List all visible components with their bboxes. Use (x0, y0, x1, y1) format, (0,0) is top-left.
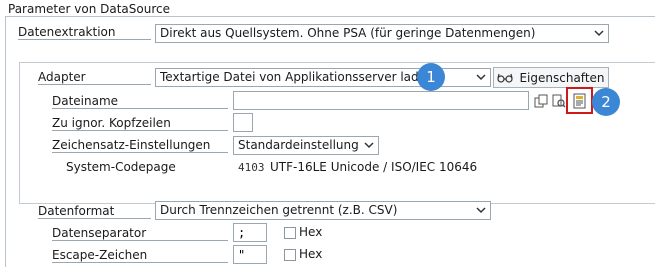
datenseparator-hex-checkbox[interactable] (284, 227, 296, 239)
eigenschaften-label: Eigenschaften (519, 70, 605, 85)
escape-hex-checkbox[interactable] (284, 249, 296, 261)
codepage-label: System-Codepage (66, 160, 176, 174)
datenseparator-label: Datenseparator (52, 226, 228, 241)
callout-badge-1: 1 (417, 63, 445, 91)
callout-badge-2: 2 (592, 88, 620, 116)
escape-label: Escape-Zeichen (52, 248, 228, 263)
datenformat-label: Datenformat (38, 204, 151, 219)
copy-icon (534, 94, 547, 107)
eigenschaften-button[interactable]: Eigenschaften (493, 67, 609, 88)
datenformat-select[interactable]: Durch Trennzeichen getrennt (z.B. CSV) (155, 201, 491, 220)
zeichensatz-select[interactable]: Standardeinstellung (233, 136, 379, 155)
dateiname-label: Dateiname (52, 94, 228, 109)
search-file-button[interactable] (550, 92, 567, 109)
glasses-icon (497, 73, 514, 83)
kopfzeilen-input[interactable] (233, 113, 253, 132)
escape-input[interactable] (233, 245, 267, 264)
adapter-label: Adapter (38, 70, 151, 85)
file-browse-icon (573, 93, 585, 108)
search-icon (552, 94, 566, 108)
zeichensatz-label: Zeichensatz-Einstellungen (52, 138, 228, 153)
panel-title: Parameter von DataSource (8, 2, 170, 16)
copy-button[interactable] (532, 92, 549, 109)
datenextraktion-select[interactable]: Direkt aus Quellsystem. Ohne PSA (für ge… (155, 24, 609, 43)
adapter-value: Textartige Datei von Applikationsserver … (160, 70, 434, 84)
file-browse-button[interactable] (571, 92, 588, 109)
kopfzeilen-label: Zu ignor. Kopfzeilen (52, 116, 228, 131)
datenseparator-input[interactable] (233, 223, 267, 242)
datenextraktion-value: Direkt aus Quellsystem. Ohne PSA (für ge… (160, 26, 536, 40)
chevron-down-icon (476, 74, 486, 81)
datenformat-value: Durch Trennzeichen getrennt (z.B. CSV) (160, 203, 398, 217)
datenseparator-hex-label: Hex (299, 225, 323, 239)
chevron-down-icon (476, 207, 486, 214)
codepage-description: UTF-16LE Unicode / ISO/IEC 10646 (270, 160, 478, 174)
escape-hex-label: Hex (299, 247, 323, 261)
zeichensatz-value: Standardeinstellung (238, 138, 359, 152)
codepage-code: 4103 (238, 161, 265, 174)
dateiname-input[interactable] (233, 91, 529, 110)
datenextraktion-label: Datenextraktion (18, 25, 151, 40)
chevron-down-icon (364, 142, 374, 149)
chevron-down-icon (594, 30, 604, 37)
